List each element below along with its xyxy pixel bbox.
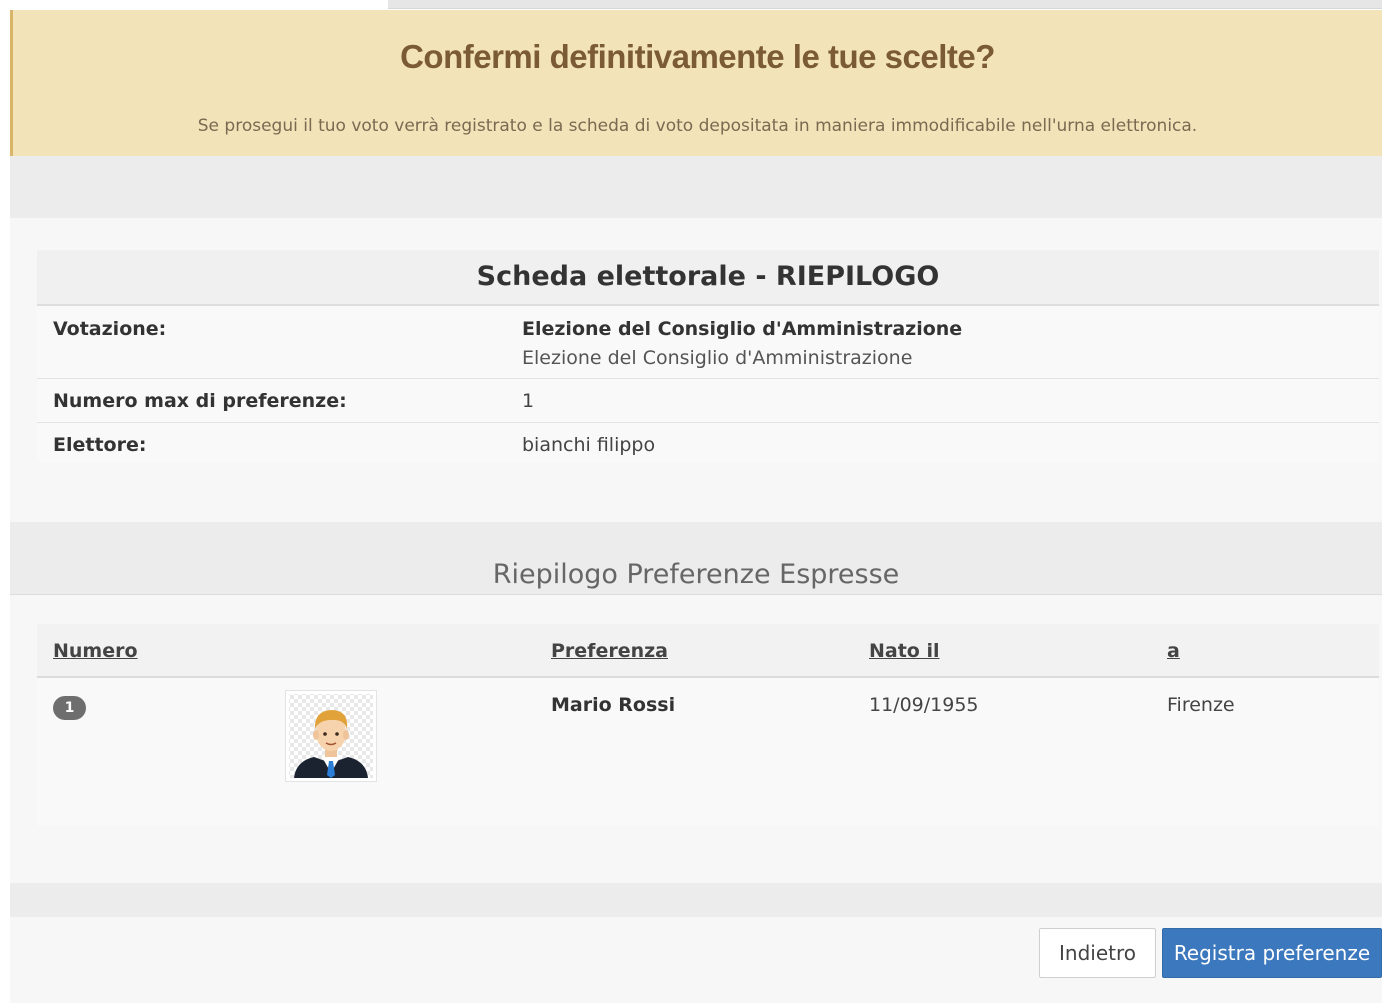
tab-bar: [388, 0, 1382, 9]
footer-band: [10, 883, 1382, 917]
column-preferenza[interactable]: Preferenza: [551, 640, 668, 662]
votazione-value: Elezione del Consiglio d'Amministrazione: [522, 318, 963, 340]
column-luogo[interactable]: a: [1167, 640, 1180, 662]
max-preferenze-label: Numero max di preferenze:: [53, 390, 347, 412]
votazione-label: Votazione:: [53, 318, 167, 340]
table-row: 1 Mario Rossi 11/09/1955 Firenze: [37, 678, 1379, 826]
candidate-name: Mario Rossi: [551, 694, 676, 716]
register-preferences-button[interactable]: Registra preferenze: [1162, 928, 1382, 978]
votazione-subvalue: Elezione del Consiglio d'Amministrazione: [522, 347, 913, 369]
preferences-table: Numero Preferenza Nato il a 1 Mario Ross…: [37, 624, 1379, 826]
alert-title: Confermi definitivamente le tue scelte?: [400, 38, 995, 75]
candidate-avatar-icon: [285, 690, 377, 782]
candidate-birth-date: 11/09/1955: [869, 694, 979, 716]
summary-row-elettore: Elettore: bianchi filippo: [37, 423, 1379, 466]
page-frame: Confermi definitivamente le tue scelte? …: [10, 10, 1382, 1003]
back-button[interactable]: Indietro: [1039, 928, 1156, 978]
ballot-summary: Scheda elettorale - RIEPILOGO Votazione:…: [37, 250, 1379, 462]
summary-title: Scheda elettorale - RIEPILOGO: [37, 250, 1379, 306]
candidate-birth-place: Firenze: [1167, 694, 1235, 716]
max-preferenze-value: 1: [522, 390, 535, 412]
preference-number-badge: 1: [53, 696, 86, 720]
elettore-label: Elettore:: [53, 434, 147, 456]
confirmation-alert: Confermi definitivamente le tue scelte? …: [10, 10, 1382, 156]
summary-row-votazione: Votazione: Elezione del Consiglio d'Ammi…: [37, 306, 1379, 379]
summary-row-max-preferenze: Numero max di preferenze: 1: [37, 379, 1379, 423]
elettore-value: bianchi filippo: [522, 434, 656, 456]
column-numero[interactable]: Numero: [53, 640, 138, 662]
column-nato-il[interactable]: Nato il: [869, 640, 940, 662]
person-avatar-icon: [289, 694, 373, 778]
table-header: Numero Preferenza Nato il a: [37, 624, 1379, 678]
alert-message: Se prosegui il tuo voto verrà registrato…: [197, 116, 1198, 136]
preferences-section-title: Riepilogo Preferenze Espresse: [492, 559, 900, 590]
separator-band: [10, 156, 1382, 218]
top-strip: [0, 0, 1382, 10]
